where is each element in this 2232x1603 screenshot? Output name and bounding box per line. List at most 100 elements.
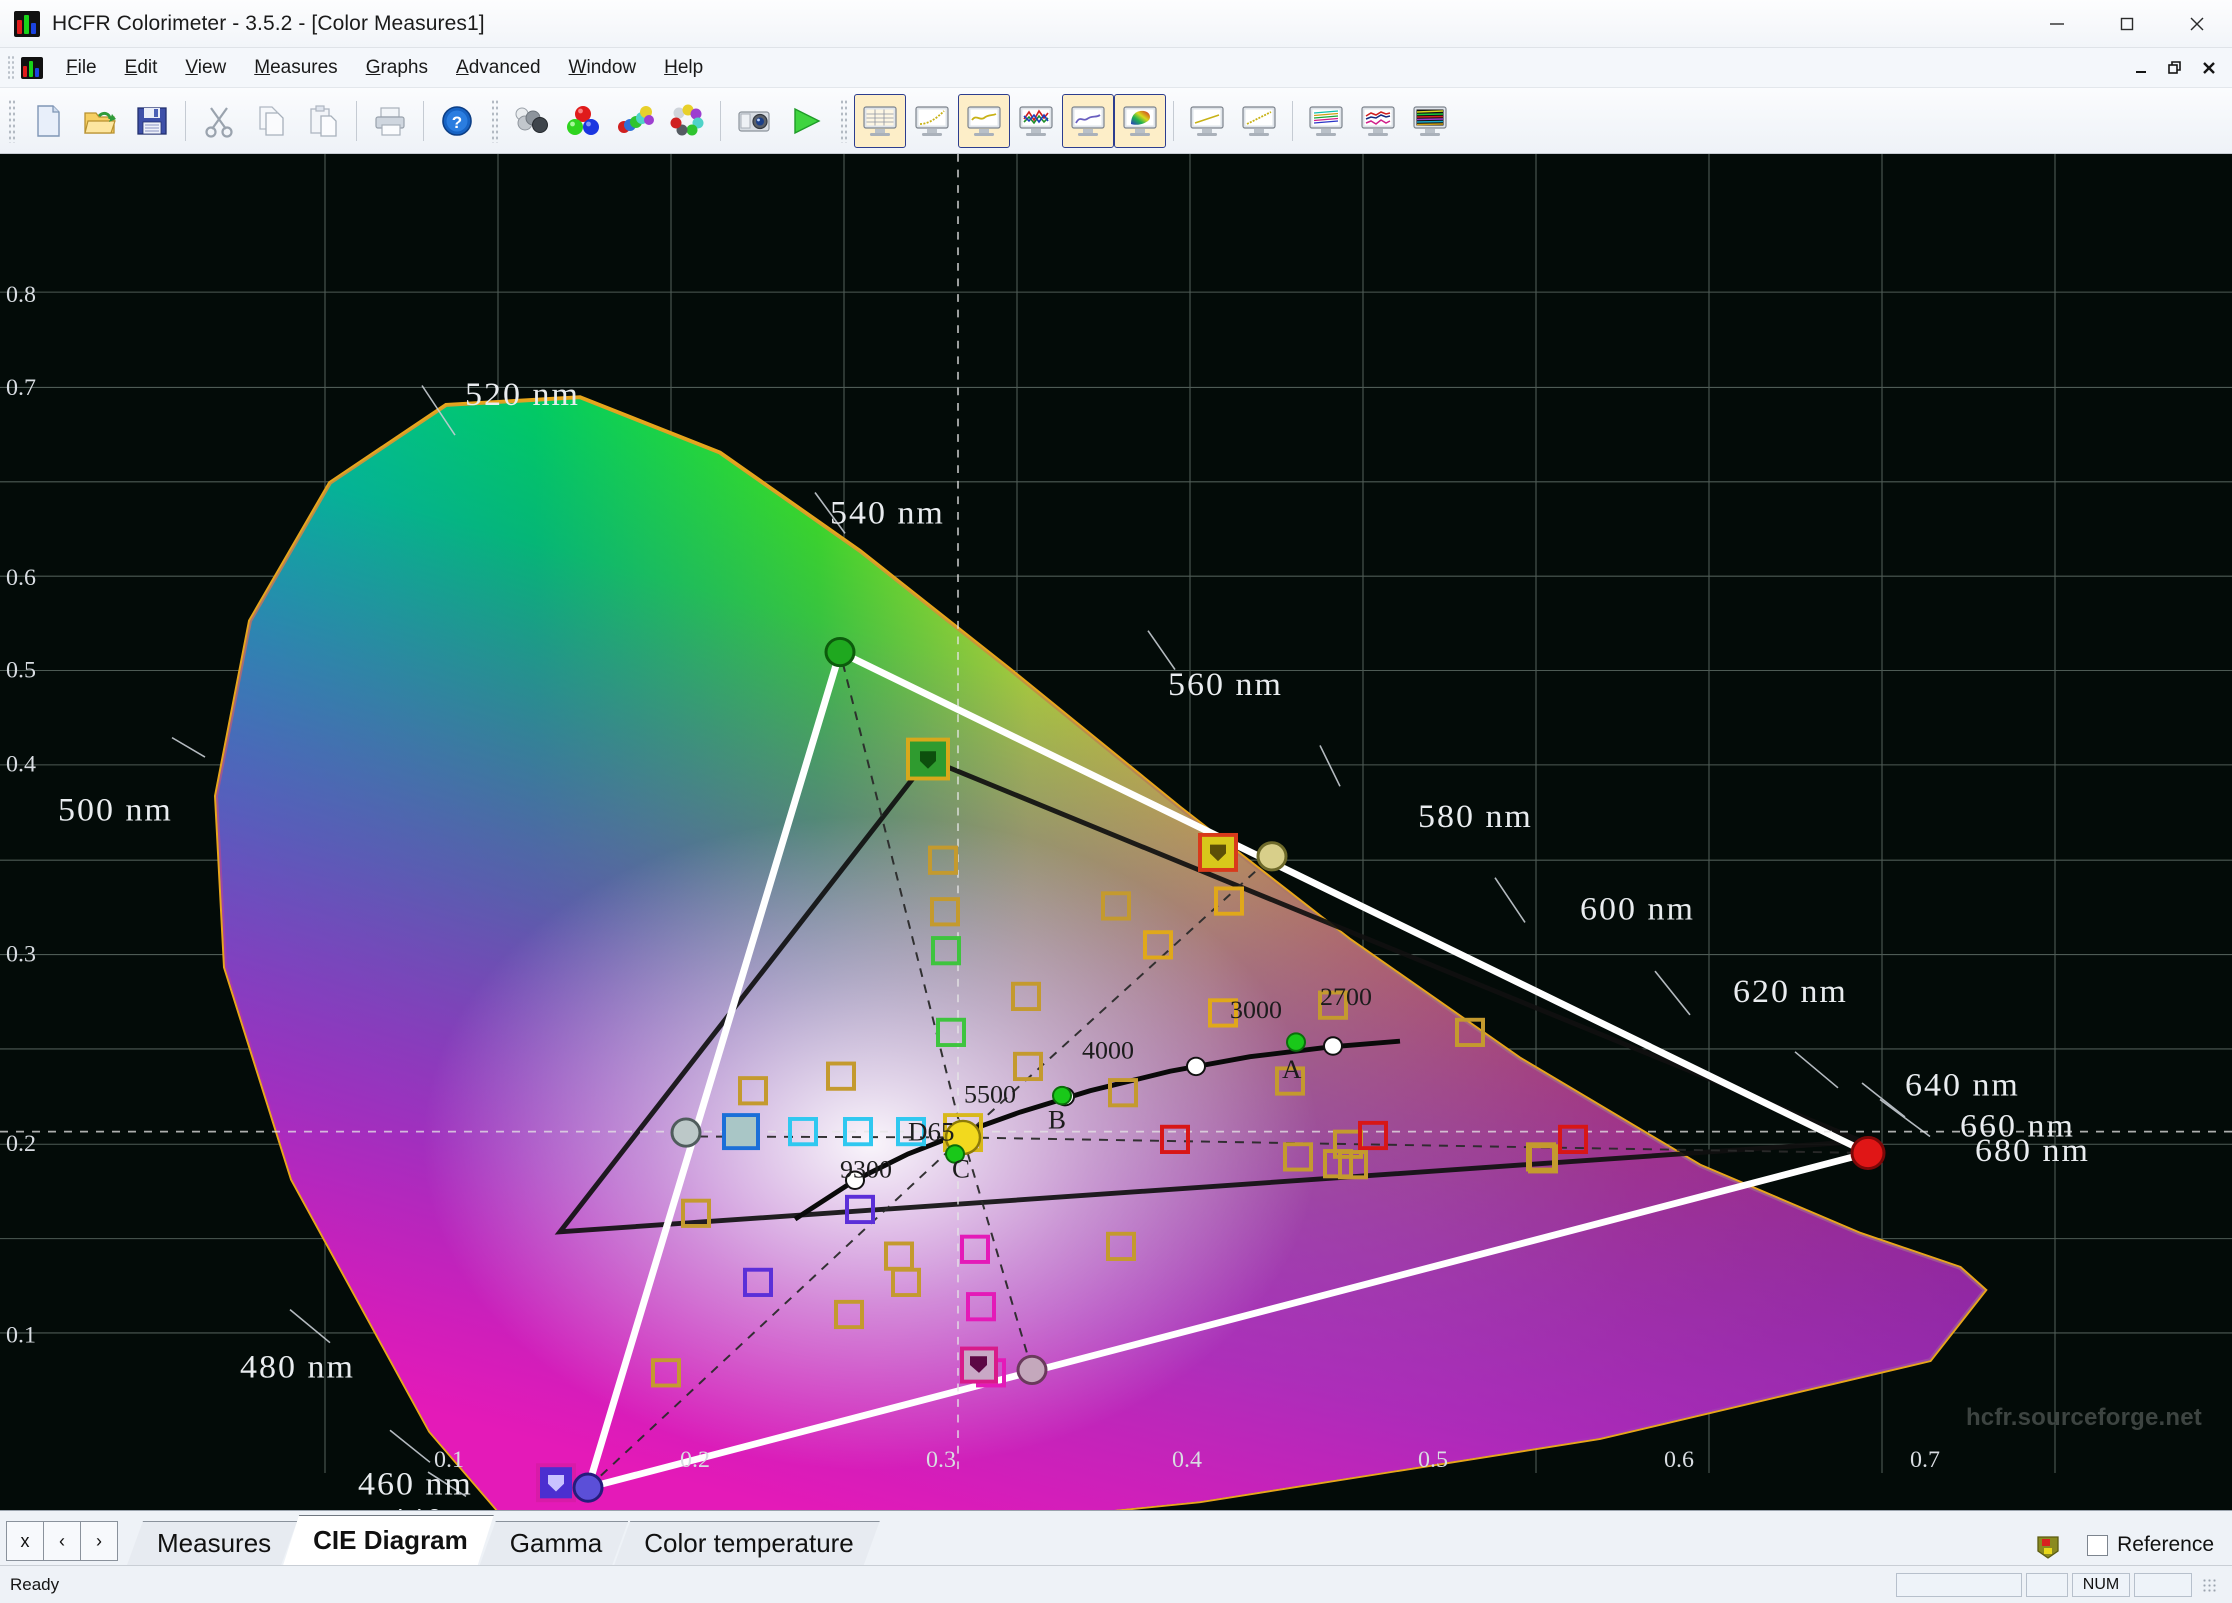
maximize-button[interactable] xyxy=(2092,0,2162,48)
full-colors-spheres-icon-button[interactable] xyxy=(661,94,713,148)
paste-icon-button[interactable] xyxy=(297,94,349,148)
save-floppy-icon-button[interactable] xyxy=(126,94,178,148)
tab-close-button[interactable]: x xyxy=(6,1521,44,1561)
print-icon-button[interactable] xyxy=(364,94,416,148)
mdi-restore-button[interactable] xyxy=(2160,53,2190,83)
monitor-rgb-levels-icon-button[interactable] xyxy=(1010,94,1062,148)
y-tick-label: 0.4 xyxy=(6,752,36,778)
reference-checkbox-box[interactable] xyxy=(2087,1534,2109,1556)
toolbar: ? xyxy=(0,88,2232,154)
temperature-label: 3000 xyxy=(1230,995,1282,1024)
temperature-label: 2700 xyxy=(1320,982,1372,1011)
menu-item-window-rest: indow xyxy=(586,56,637,78)
menu-item-edit-rest: dit xyxy=(137,56,158,78)
cie-chart-labels: 520 nm 540 nm 560 nm 580 nm 600 nm 620 n… xyxy=(6,282,2088,1510)
y-tick-label: 0.3 xyxy=(6,942,36,968)
cut-scissors-icon-button[interactable] xyxy=(193,94,245,148)
title-bar: HCFR Colorimeter - 3.5.2 - [Color Measur… xyxy=(0,0,2232,48)
menu-item-advanced[interactable]: Advanced xyxy=(442,53,555,83)
tab-next-button[interactable]: › xyxy=(80,1521,118,1561)
toolbar-grip-handle[interactable] xyxy=(8,98,17,143)
tab-measures[interactable]: Measures xyxy=(127,1521,297,1565)
reference-lock-icon[interactable] xyxy=(2035,1531,2061,1559)
tab-list: Measures CIE Diagram Gamma Color tempera… xyxy=(127,1515,866,1565)
menu-item-file[interactable]: File xyxy=(52,53,111,83)
reference-checkbox-label: Reference xyxy=(2117,1533,2214,1556)
window-title: HCFR Colorimeter - 3.5.2 - [Color Measur… xyxy=(52,11,485,35)
status-panel-num: NUM xyxy=(2072,1572,2130,1597)
resize-grip[interactable] xyxy=(2202,1577,2216,1592)
monitor-multi-line-icon-button[interactable] xyxy=(1300,94,1352,148)
toolbar-separator xyxy=(356,100,357,141)
monitor-luminance-curve-icon-button[interactable] xyxy=(958,93,1010,148)
grayscale-spheres-icon-button[interactable] xyxy=(505,94,557,148)
reference-checkbox[interactable]: Reference xyxy=(2087,1533,2214,1557)
status-panel-group: NUM xyxy=(1896,1572,2216,1597)
mdi-close-button[interactable] xyxy=(2194,53,2224,83)
menu-item-view[interactable]: View xyxy=(171,53,240,83)
monitor-color-temp-icon-button[interactable] xyxy=(1062,93,1114,148)
run-play-icon-button[interactable] xyxy=(780,94,832,148)
monitor-near-black-icon-button[interactable] xyxy=(1181,94,1233,148)
menu-item-help[interactable]: Help xyxy=(650,53,717,83)
y-tick-label: 0.1 xyxy=(6,1323,36,1349)
illuminant-label-group: D65 C B A xyxy=(908,1054,1302,1183)
menu-app-icon xyxy=(21,56,43,79)
menu-item-window[interactable]: Window xyxy=(555,53,651,83)
open-folder-icon-button[interactable] xyxy=(74,94,126,148)
menu-item-view-rest: iew xyxy=(197,56,227,78)
help-question-icon-button[interactable]: ? xyxy=(431,94,483,148)
tab-color-temperature[interactable]: Color temperature xyxy=(614,1521,880,1565)
minimize-button[interactable] xyxy=(2022,0,2092,48)
wavelength-label: 500 nm xyxy=(58,792,173,828)
x-tick-label: 0.3 xyxy=(926,1447,956,1473)
menu-bar: File Edit View Measures Graphs Advanced … xyxy=(0,48,2232,88)
illuminant-label: A xyxy=(1282,1054,1302,1084)
tab-prev-button[interactable]: ‹ xyxy=(43,1521,81,1561)
mdi-child-controls xyxy=(2126,48,2224,88)
primaries-rgb-spheres-icon-button[interactable] xyxy=(557,94,609,148)
menu-item-measures[interactable]: Measures xyxy=(240,53,351,83)
toolbar-grip-handle[interactable] xyxy=(491,98,500,143)
copy-icon-button[interactable] xyxy=(245,94,297,148)
toolbar-separator xyxy=(185,100,186,141)
wavelength-label: 600 nm xyxy=(1580,891,1695,927)
tab-bar: x ‹ › Measures CIE Diagram Gamma Color t… xyxy=(0,1510,2232,1565)
monitor-satellite-icon-button[interactable] xyxy=(1352,94,1404,148)
saturation-spheres-icon-button[interactable] xyxy=(609,94,661,148)
monitor-measures-table-icon-button[interactable] xyxy=(854,93,906,148)
illuminant-label: C xyxy=(952,1154,970,1184)
toolbar-grip-handle[interactable] xyxy=(840,98,849,143)
monitor-spectrum-icon-button[interactable] xyxy=(1404,94,1456,148)
x-tick-label: 0.4 xyxy=(1172,1447,1202,1473)
temperature-label: 9300 xyxy=(840,1155,892,1184)
menu-grip-handle[interactable] xyxy=(7,54,16,81)
toolbar-group-file: ? xyxy=(0,92,483,150)
tab-cie-diagram[interactable]: CIE Diagram xyxy=(283,1515,494,1565)
illuminant-label: D65 xyxy=(908,1117,954,1147)
window-controls xyxy=(2022,0,2232,48)
new-document-icon-button[interactable] xyxy=(22,94,74,148)
close-button[interactable] xyxy=(2162,0,2232,48)
menu-item-graphs-rest: raphs xyxy=(380,56,428,78)
menu-item-advanced-rest: dvanced xyxy=(468,56,541,78)
camera-capture-icon-button[interactable] xyxy=(728,94,780,148)
x-tick-label: 0.1 xyxy=(434,1447,464,1473)
tab-gamma[interactable]: Gamma xyxy=(480,1521,628,1565)
monitor-gamma-curve-icon-button[interactable] xyxy=(906,94,958,148)
monitor-near-white-icon-button[interactable] xyxy=(1233,94,1285,148)
status-panel-2 xyxy=(2026,1572,2068,1597)
monitor-cie-diagram-icon-button[interactable] xyxy=(1114,93,1166,148)
wavelength-label: 560 nm xyxy=(1168,666,1283,702)
cie-diagram-canvas[interactable]: 520 nm 540 nm 560 nm 580 nm 600 nm 620 n… xyxy=(0,154,2232,1510)
y-tick-label: 0.6 xyxy=(6,565,36,591)
mdi-minimize-button[interactable] xyxy=(2126,53,2156,83)
wavelength-label: 540 nm xyxy=(830,495,945,531)
y-tick-label: 0.2 xyxy=(6,1131,36,1157)
menu-item-graphs[interactable]: Graphs xyxy=(352,53,442,83)
menu-item-file-rest: ile xyxy=(77,56,97,78)
wavelength-label: 520 nm xyxy=(465,376,580,412)
app-logo-icon xyxy=(14,10,40,37)
wavelength-label: 580 nm xyxy=(1418,799,1533,835)
menu-item-edit[interactable]: Edit xyxy=(111,53,172,83)
